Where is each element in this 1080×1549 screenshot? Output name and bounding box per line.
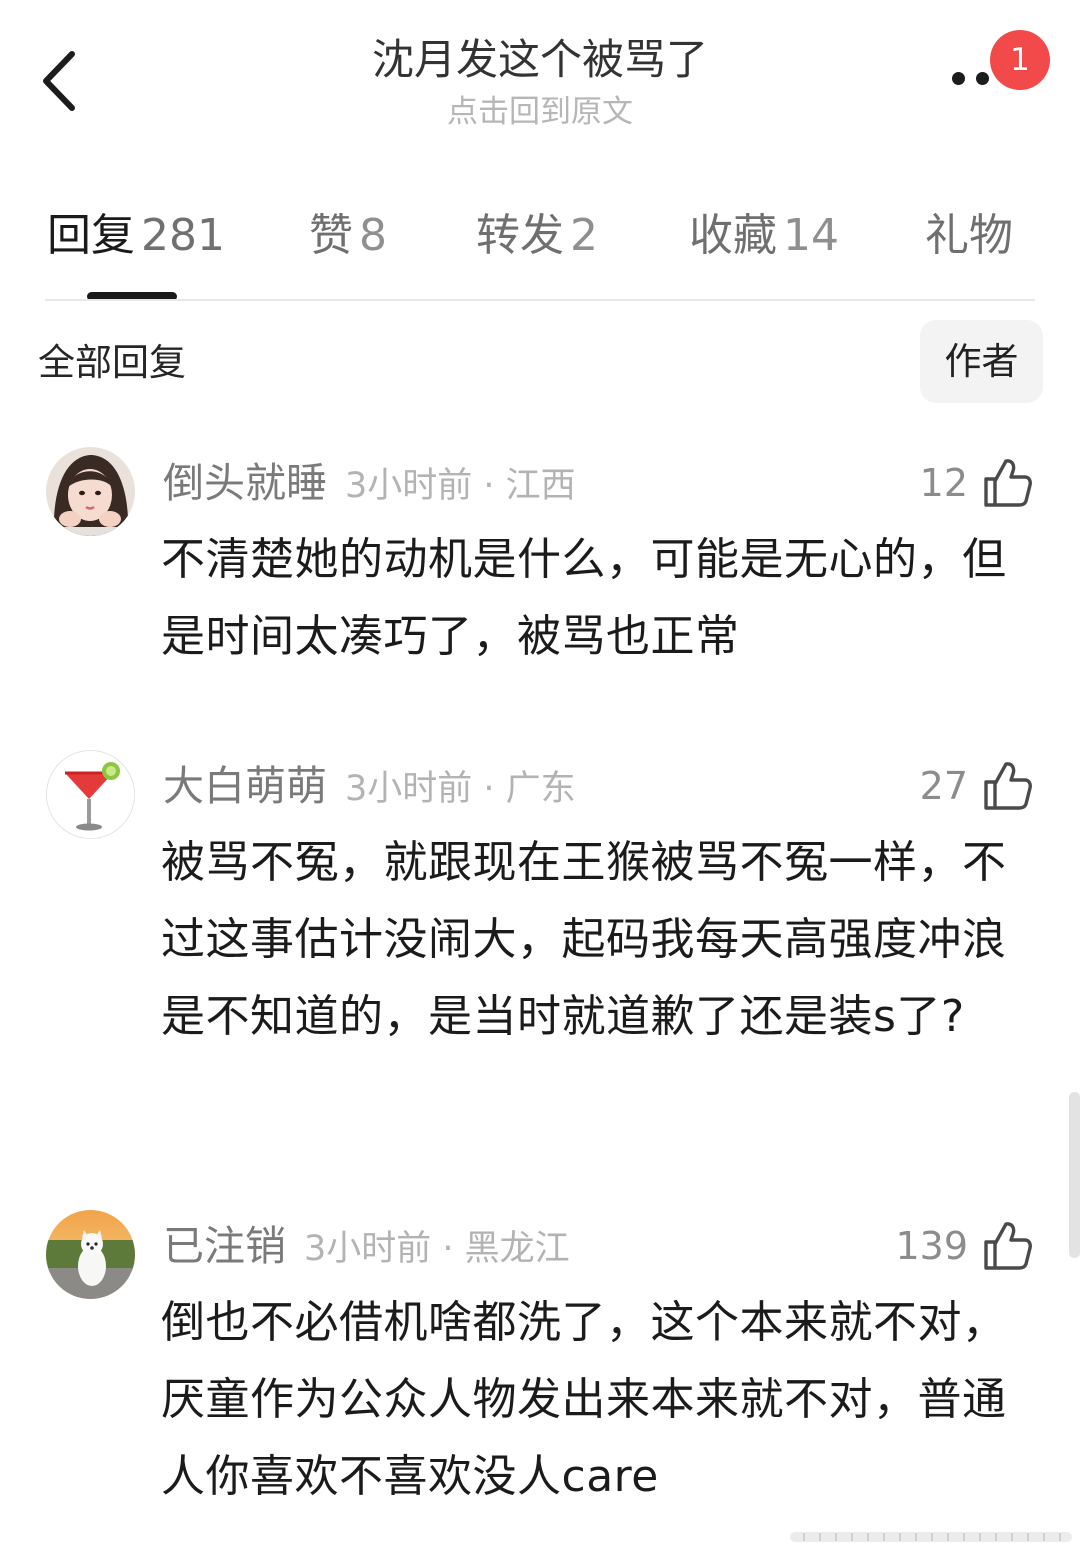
author-filter-button[interactable]: 作者	[920, 320, 1043, 403]
like-count: 27	[919, 764, 968, 808]
page-title: 沈月发这个被骂了	[371, 35, 708, 84]
like-button[interactable]: 12	[920, 453, 1032, 513]
white-dog-avatar	[46, 1210, 135, 1299]
cocktail-glass-avatar	[47, 751, 134, 838]
tab-label: 收藏	[689, 210, 777, 261]
tab-count: 8	[359, 210, 387, 261]
username[interactable]: 大白萌萌	[163, 762, 327, 810]
tab-reposts[interactable]: 转发 2	[476, 200, 598, 272]
vertical-scrollbar[interactable]	[1069, 1092, 1080, 1258]
comment-meta: 3小时前 · 广东	[345, 769, 576, 809]
girl-portrait-avatar	[46, 447, 135, 536]
tab-count: 2	[570, 210, 598, 261]
thumbs-up-icon	[984, 459, 1032, 507]
comment-meta: 3小时前 · 江西	[345, 466, 576, 506]
tab-label: 回复	[47, 210, 135, 261]
like-count: 139	[895, 1224, 968, 1268]
tab-label: 转发	[476, 210, 564, 261]
more-dots-icon[interactable]	[946, 62, 996, 92]
avatar[interactable]	[46, 1210, 135, 1299]
avatar[interactable]	[46, 447, 135, 536]
comment-location: 江西	[505, 466, 576, 506]
avatar[interactable]	[46, 750, 135, 839]
tab-label: 礼物	[925, 210, 1013, 261]
tab-count: 281	[141, 210, 225, 261]
all-replies-label: 全部回复	[38, 341, 186, 384]
tab-label: 赞	[309, 210, 353, 261]
back-to-original-link[interactable]: 点击回到原文	[0, 92, 1080, 132]
comment-header: 已注销 3小时前 · 黑龙江	[163, 1218, 570, 1274]
comment-time: 3小时前	[304, 1229, 432, 1269]
comment-meta: 3小时前 · 黑龙江	[304, 1229, 570, 1269]
comment-text: 倒也不必借机啥都洗了，这个本来就不对，厌童作为公众人物发出来本来就不对，普通人你…	[161, 1297, 1007, 1502]
divider	[45, 299, 1035, 301]
tab-count: 14	[783, 210, 839, 261]
like-button[interactable]: 27	[920, 756, 1032, 816]
username[interactable]: 倒头就睡	[163, 459, 327, 507]
tab-bar: 回复 281 赞8 转发 2 收藏 14 礼物	[0, 200, 1080, 272]
comment-text: 被骂不冤，就跟现在王猴被骂不冤一样，不过这事估计没闹大，起码我每天高强度冲浪是不…	[161, 837, 1007, 1042]
top-bar: 沈月发这个被骂了 点击回到原文 1	[0, 0, 1080, 150]
tab-replies[interactable]: 回复 281	[47, 200, 225, 272]
tab-gifts[interactable]: 礼物	[925, 200, 1013, 272]
like-button[interactable]: 139	[895, 1216, 1032, 1276]
horizontal-scrollbar[interactable]	[790, 1531, 1072, 1543]
comment-location: 黑龙江	[464, 1229, 570, 1269]
thumbs-up-icon	[984, 762, 1032, 810]
comment-text: 不清楚她的动机是什么，可能是无心的，但是时间太凑巧了，被骂也正常	[161, 534, 1007, 662]
username[interactable]: 已注销	[163, 1222, 286, 1270]
comment-header: 倒头就睡 3小时前 · 江西	[163, 455, 576, 511]
like-count: 12	[919, 461, 968, 505]
comment-header: 大白萌萌 3小时前 · 广东	[163, 758, 576, 814]
tab-favorites[interactable]: 收藏 14	[689, 200, 839, 272]
comment-time: 3小时前	[345, 466, 473, 506]
tab-likes[interactable]: 赞8	[309, 200, 387, 272]
comment-location: 广东	[505, 769, 576, 809]
thumbs-up-icon	[984, 1222, 1032, 1270]
comment-time: 3小时前	[345, 769, 473, 809]
notification-badge: 1	[990, 30, 1050, 90]
